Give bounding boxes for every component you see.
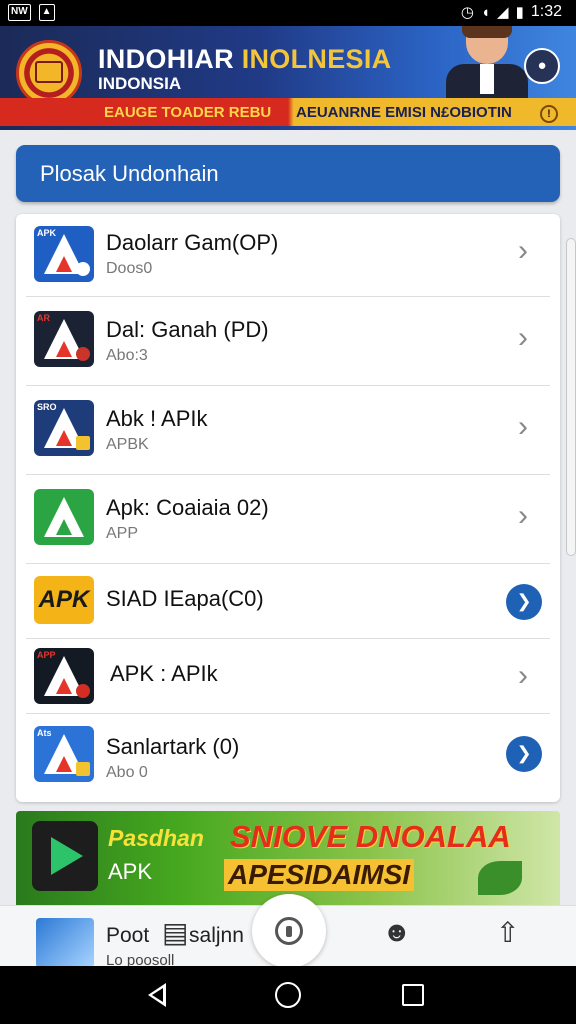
center-action-button[interactable] [252, 894, 326, 968]
app-icon: APP [34, 648, 94, 704]
chevron-right-icon[interactable]: › [518, 412, 542, 444]
app-icon: SRO [34, 400, 94, 456]
promo-banner[interactable]: Pasdhan APK SNIOVE DNOALAA APESIDAIMSI [16, 811, 560, 905]
system-nav-bar [0, 966, 576, 1024]
app-name: Dal: Ganah (PD) [106, 317, 269, 342]
app-sub: Abo:3 [106, 347, 148, 364]
banner-title: INDOHIAR INOLNESIA [98, 44, 392, 74]
promo-apk-label: APK [108, 859, 153, 884]
leaf-icon [478, 861, 522, 895]
battery-icon: ▮ [515, 4, 524, 21]
profile-icon[interactable]: ☻ [382, 916, 411, 948]
app-icon [34, 489, 94, 545]
ticker-text-left: EAUGE TOADER REBU [104, 104, 272, 121]
clock: 1:32 [530, 3, 562, 20]
profile-badge-button[interactable]: ● [524, 48, 560, 84]
list-item[interactable]: APK Daolarr Gam(OP) Doos0 › [16, 214, 560, 296]
app-name: SIAD IEapa(C0) [106, 586, 264, 611]
app-name: Abk ! APIk [106, 406, 208, 431]
wifi-icon: ◖ [480, 3, 491, 21]
app-icon: APK [34, 226, 94, 282]
banner-subtitle: INDONSIA [98, 74, 182, 93]
app-name: Daolarr Gam(OP) [106, 230, 279, 255]
go-arrow-button[interactable]: ❯ [506, 736, 542, 772]
notification-icon: NW [8, 4, 31, 21]
app-name: APK : APIk [110, 661, 218, 686]
play-store-icon [32, 821, 98, 891]
info-icon [275, 917, 303, 945]
app-icon: APK [34, 576, 94, 624]
chevron-right-icon[interactable]: › [518, 661, 542, 693]
ticker-text-right: AEUANRNE EMISI N£OBIOTIN [296, 104, 512, 121]
emblem-logo [16, 40, 82, 106]
app-name: Apk: Coaiaia 02) [106, 495, 269, 520]
list-item[interactable]: SRO Abk ! APIk APBK › [16, 386, 560, 474]
promo-label: Pasdhan [108, 825, 204, 851]
scrollbar[interactable] [566, 238, 576, 556]
chevron-right-icon[interactable]: › [518, 501, 542, 533]
chevron-right-icon[interactable]: › [518, 236, 542, 268]
download-icon[interactable]: ⇧ [496, 916, 519, 949]
home-icon[interactable] [275, 982, 301, 1008]
app-icon [36, 918, 94, 968]
app-icon: AR [34, 311, 94, 367]
recent-apps-icon[interactable] [402, 984, 424, 1006]
presenter-image [440, 26, 534, 100]
list-item[interactable]: AR Dal: Ganah (PD) Abo:3 › [16, 297, 560, 385]
upload-icon: ▲ [38, 4, 55, 21]
promo-headline: SNIOVE DNOALAA [230, 819, 511, 854]
list-item[interactable]: Ats Sanlartark (0) Abo 0 ❯ [16, 714, 560, 800]
go-arrow-button[interactable]: ❯ [506, 584, 542, 620]
app-list: APK Daolarr Gam(OP) Doos0 › AR Dal: Gana… [16, 214, 560, 802]
app-sub: APP [106, 525, 139, 542]
news-ticker: EAUGE TOADER REBU AEUANRNE EMISI N£OBIOT… [0, 98, 576, 126]
app-sub: APBK [106, 436, 149, 453]
section-title: Plosak Undonhain [40, 161, 219, 186]
message-icon[interactable]: ▤ [162, 916, 188, 949]
app-sub: Doos0 [106, 260, 153, 277]
section-header[interactable]: Plosak Undonhain [16, 145, 560, 202]
list-item[interactable]: Apk: Coaiaia 02) APP › [16, 475, 560, 563]
header-banner[interactable]: INDOHIAR INOLNESIA INDONSIA ● EAUGE TOAD… [0, 26, 576, 130]
chevron-right-icon[interactable]: › [518, 323, 542, 355]
alarm-icon: ◷ [460, 4, 474, 21]
promo-headline-2: APESIDAIMSI [224, 859, 415, 891]
app-name: Sanlartark (0) [106, 734, 240, 759]
signal-icon: ◢ [497, 4, 509, 21]
list-item[interactable]: APK SIAD IEapa(C0) ❯ [16, 564, 560, 638]
status-bar: NW ▲ ◷ ◖ ◢ ▮ 1:32 [0, 0, 576, 26]
bottom-nav: Poot saljnn Lo poosoll ▤ ☻ ⇧ [0, 894, 576, 969]
app-sub: Abo 0 [106, 764, 148, 781]
back-icon[interactable] [148, 983, 166, 1007]
alert-icon[interactable]: ! [540, 105, 558, 123]
list-item[interactable]: APP APK : APIk › [16, 639, 560, 713]
app-icon: Ats [34, 726, 94, 782]
